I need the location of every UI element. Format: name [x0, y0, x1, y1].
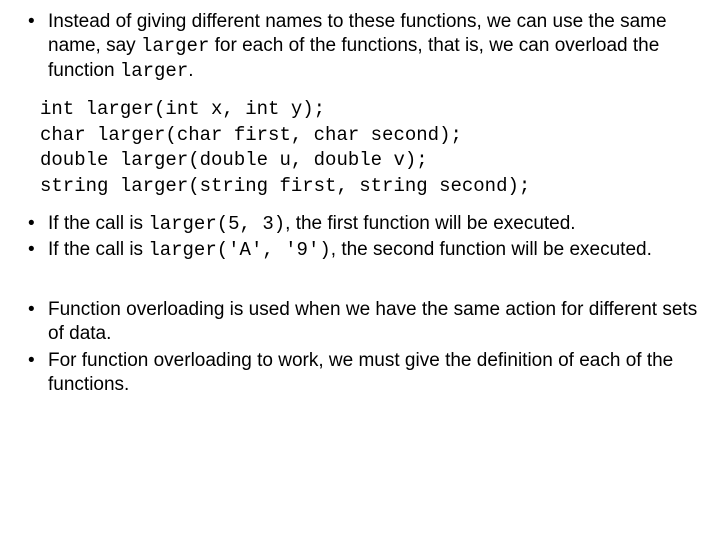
- bullet-list-3: Function overloading is used when we hav…: [22, 298, 698, 397]
- text: .: [188, 60, 193, 81]
- text: If the call is: [48, 239, 148, 260]
- bullet-item: If the call is larger(5, 3), the first f…: [22, 212, 698, 236]
- text: , the first function will be executed.: [285, 213, 575, 234]
- page: Instead of giving different names to the…: [0, 0, 720, 421]
- code-line: double larger(double u, double v);: [40, 149, 428, 171]
- inline-code: larger(5, 3): [148, 213, 285, 235]
- code-block: int larger(int x, int y); char larger(ch…: [40, 97, 698, 200]
- bullet-list-2: If the call is larger(5, 3), the first f…: [22, 212, 698, 263]
- code-line: char larger(char first, char second);: [40, 124, 462, 146]
- code-line: string larger(string first, string secon…: [40, 175, 530, 197]
- inline-code: larger: [120, 60, 188, 82]
- inline-code: larger: [141, 35, 209, 57]
- bullet-item: For function overloading to work, we mus…: [22, 349, 698, 398]
- text: Function overloading is used when we hav…: [48, 299, 697, 344]
- bullet-item: If the call is larger('A', '9'), the sec…: [22, 238, 698, 262]
- text: If the call is: [48, 213, 148, 234]
- bullet-item: Function overloading is used when we hav…: [22, 298, 698, 347]
- text: For function overloading to work, we mus…: [48, 350, 673, 395]
- text: , the second function will be executed.: [331, 239, 652, 260]
- inline-code: larger('A', '9'): [148, 239, 330, 261]
- bullet-item: Instead of giving different names to the…: [22, 10, 698, 83]
- bullet-list-1: Instead of giving different names to the…: [22, 10, 698, 83]
- spacer: [22, 276, 698, 298]
- code-line: int larger(int x, int y);: [40, 98, 325, 120]
